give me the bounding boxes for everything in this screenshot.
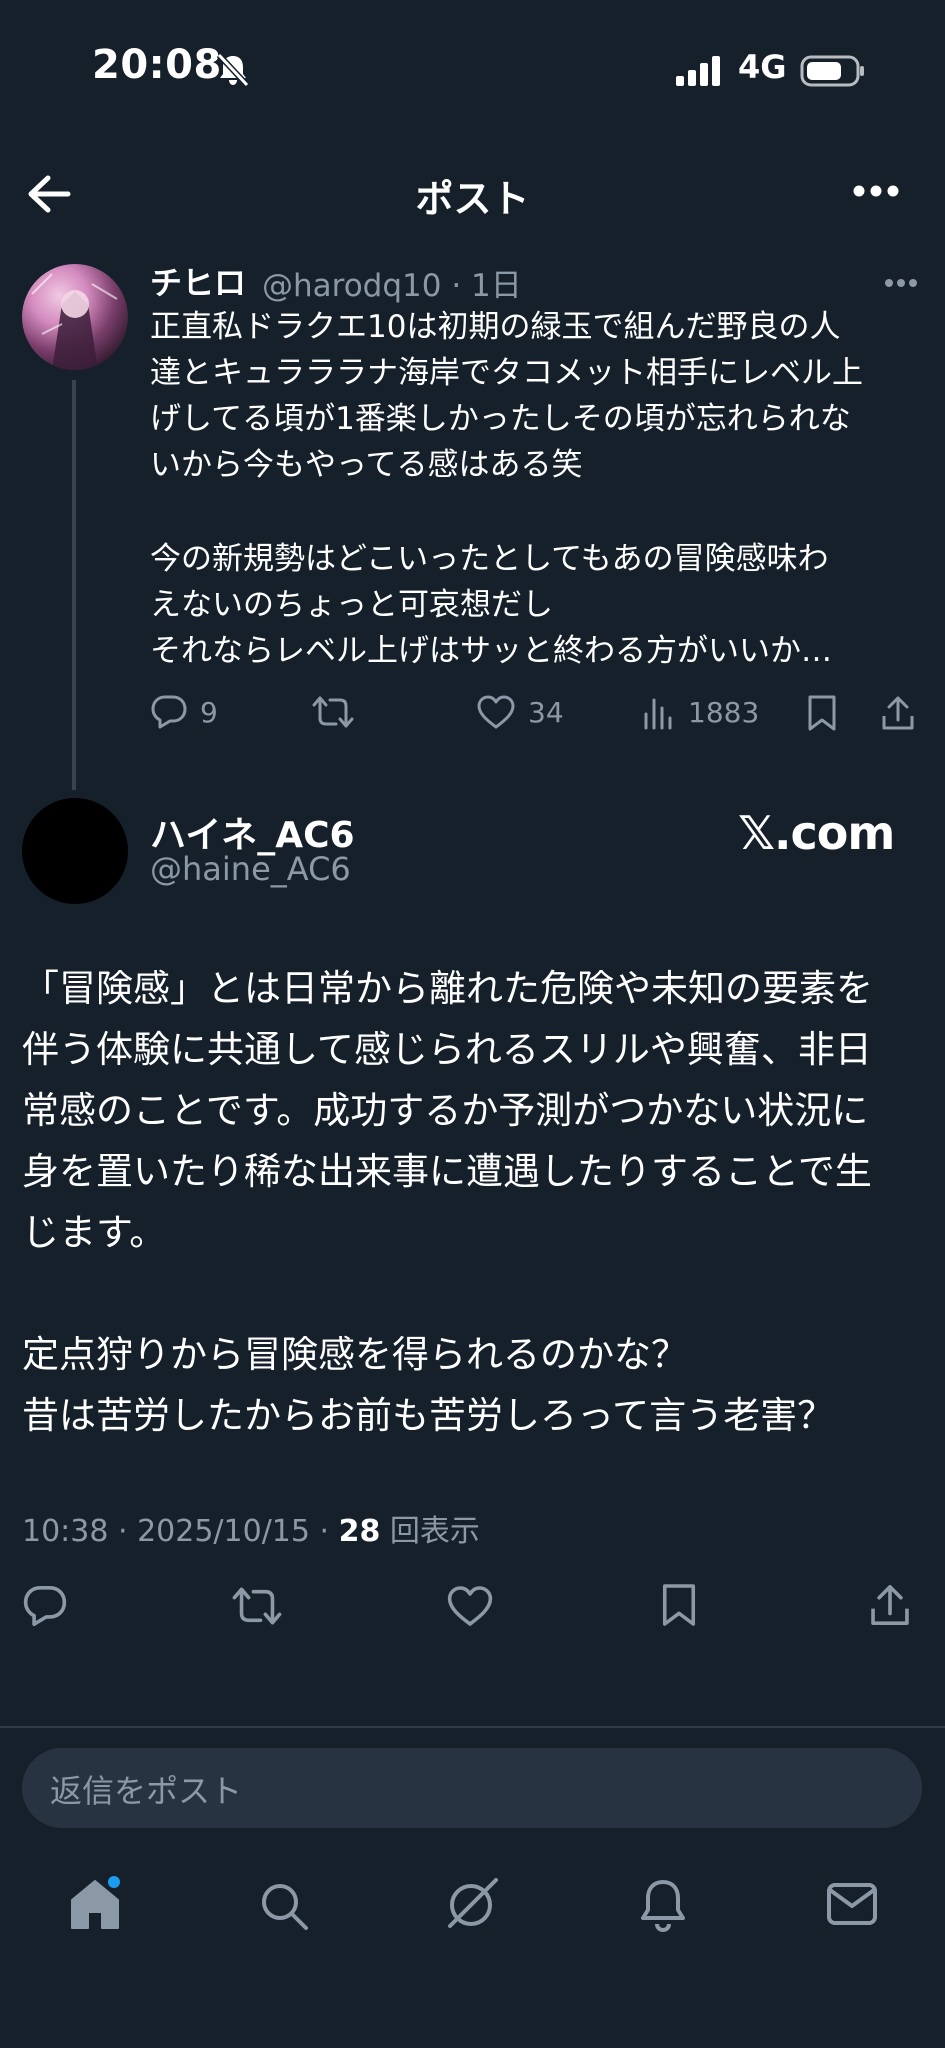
reply-icon[interactable]	[22, 1584, 68, 1628]
status-time: 20:08	[92, 42, 222, 88]
reply-count: 9	[200, 695, 218, 729]
post-text-line: じます。	[22, 1211, 167, 1254]
grok-icon	[444, 1876, 500, 1932]
view-label: 回表示	[389, 1514, 480, 1549]
repost-icon	[312, 694, 354, 730]
search-icon	[258, 1880, 310, 1932]
messages-icon	[826, 1882, 878, 1926]
share-icon[interactable]	[880, 694, 916, 732]
like-icon[interactable]	[446, 1584, 494, 1628]
page-title: ポスト	[415, 177, 530, 221]
post-text-line: 身を置いたり稀な出来事に遭遇したりすることで生	[22, 1150, 872, 1193]
share-icon[interactable]	[868, 1582, 912, 1628]
parent-post-text-line: げしてる頃が1番楽しかったしその頃が忘れられな	[150, 401, 851, 437]
views-count: 1883	[688, 695, 760, 729]
post-text-line: 伴う体験に共通して感じられるスリルや興奮、非日	[22, 1028, 872, 1071]
nav-messages[interactable]	[826, 1882, 878, 1926]
views-action[interactable]: 1883	[642, 694, 759, 730]
timestamp-text: 10:38 · 2025/10/15 ·	[22, 1514, 339, 1549]
repost-action[interactable]	[312, 694, 354, 730]
post-text-line: 常感のことです。成功するか予測がつかない状況に	[22, 1089, 869, 1132]
parent-author-meta: @harodq10 · 1日	[262, 268, 522, 304]
nav-search[interactable]	[258, 1880, 310, 1932]
thread-line	[72, 380, 76, 790]
views-icon	[642, 694, 676, 730]
avatar[interactable]	[22, 798, 128, 904]
reply-icon	[150, 694, 188, 730]
parent-post-text-line: えないのちょっと可哀想だし	[150, 587, 553, 623]
post-text-line: 昔は苦労したからお前も苦労しろって言う老害？	[22, 1394, 835, 1437]
x-com-logo: 𝕏.com	[738, 806, 895, 860]
parent-post-text-line: 正直私ドラクエ10は初期の緑玉で組んだ野良の人	[150, 309, 841, 345]
more-icon[interactable]	[852, 184, 900, 198]
parent-author-name[interactable]: チヒロ	[150, 258, 246, 304]
post-timestamp: 10:38 · 2025/10/15 · 28 回表示	[22, 1506, 480, 1550]
notifications-icon	[638, 1878, 688, 1932]
post-text-line: 定点狩りから冒険感を得られるのかな？	[22, 1333, 688, 1376]
reply-placeholder: 返信をポスト	[50, 1772, 243, 1810]
like-count: 34	[528, 695, 564, 729]
network-type: 4G	[738, 48, 787, 86]
divider	[0, 1726, 945, 1728]
avatar[interactable]	[22, 264, 128, 370]
like-action[interactable]: 34	[476, 694, 564, 730]
bookmark-icon[interactable]	[806, 694, 838, 732]
home-icon	[68, 1876, 122, 1932]
post-text-line: 「冒険感」とは日常から離れた危険や未知の要素を	[22, 967, 873, 1010]
bell-slash-icon	[216, 52, 250, 88]
like-icon	[476, 694, 516, 730]
parent-post-text-line: いから今もやってる感はある笑	[150, 447, 583, 483]
author-handle: @haine_AC6	[150, 850, 351, 888]
nav-grok[interactable]	[444, 1876, 500, 1932]
view-count: 28	[338, 1514, 381, 1549]
post-more-icon[interactable]	[884, 278, 918, 288]
parent-post-text-line: 達とキュラララナ海岸でタコメット相手にレベル上	[150, 355, 863, 391]
reply-action[interactable]: 9	[150, 694, 218, 730]
parent-post-text-line: 今の新規勢はどこいったとしてもあの冒険感味わ	[150, 541, 829, 577]
nav-notifications[interactable]	[638, 1878, 688, 1932]
nav-home[interactable]	[68, 1876, 122, 1932]
battery-icon	[800, 55, 866, 87]
repost-icon[interactable]	[232, 1584, 282, 1628]
bookmark-icon[interactable]	[660, 1582, 698, 1628]
signal-icon	[676, 56, 724, 86]
parent-post-text-line: それならレベル上げはサッと終わる方がいいか…	[150, 633, 832, 669]
